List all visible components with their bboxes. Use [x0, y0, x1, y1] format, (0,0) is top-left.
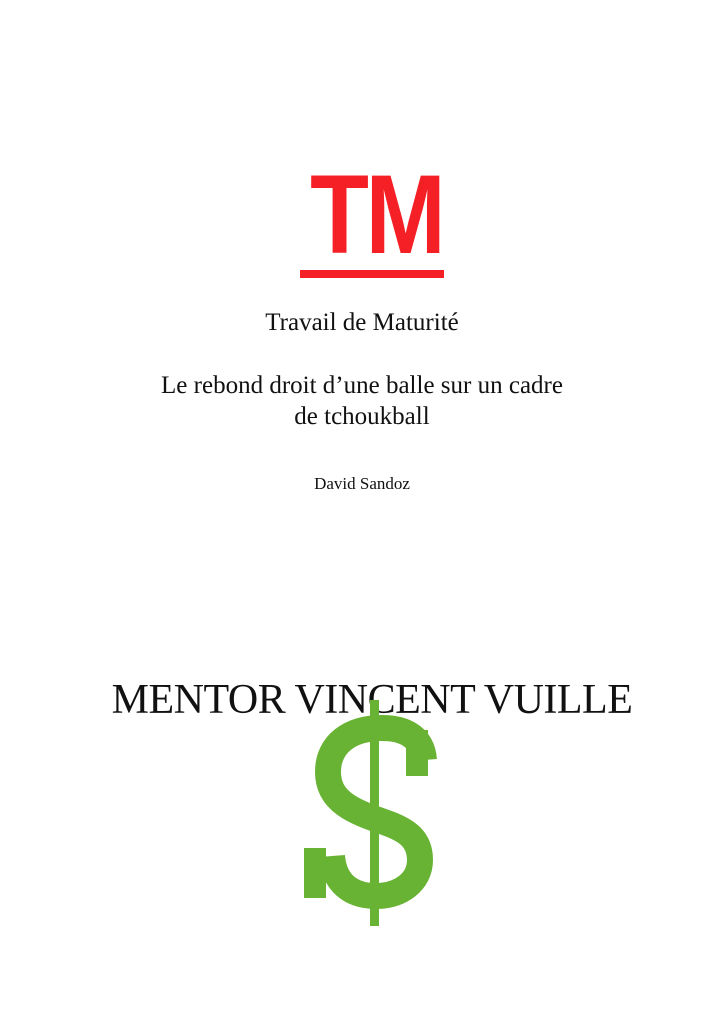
dollar-sign-icon [304, 700, 437, 926]
document-title: Le rebond droit d’une balle sur un cadre… [161, 372, 563, 430]
tm-logo-underline [300, 270, 444, 278]
tm-logo: TM [300, 159, 446, 280]
document-type-label: Travail de Maturité [265, 309, 459, 336]
author-name: David Sandoz [314, 474, 410, 493]
tm-logo-text: TM [310, 152, 446, 277]
